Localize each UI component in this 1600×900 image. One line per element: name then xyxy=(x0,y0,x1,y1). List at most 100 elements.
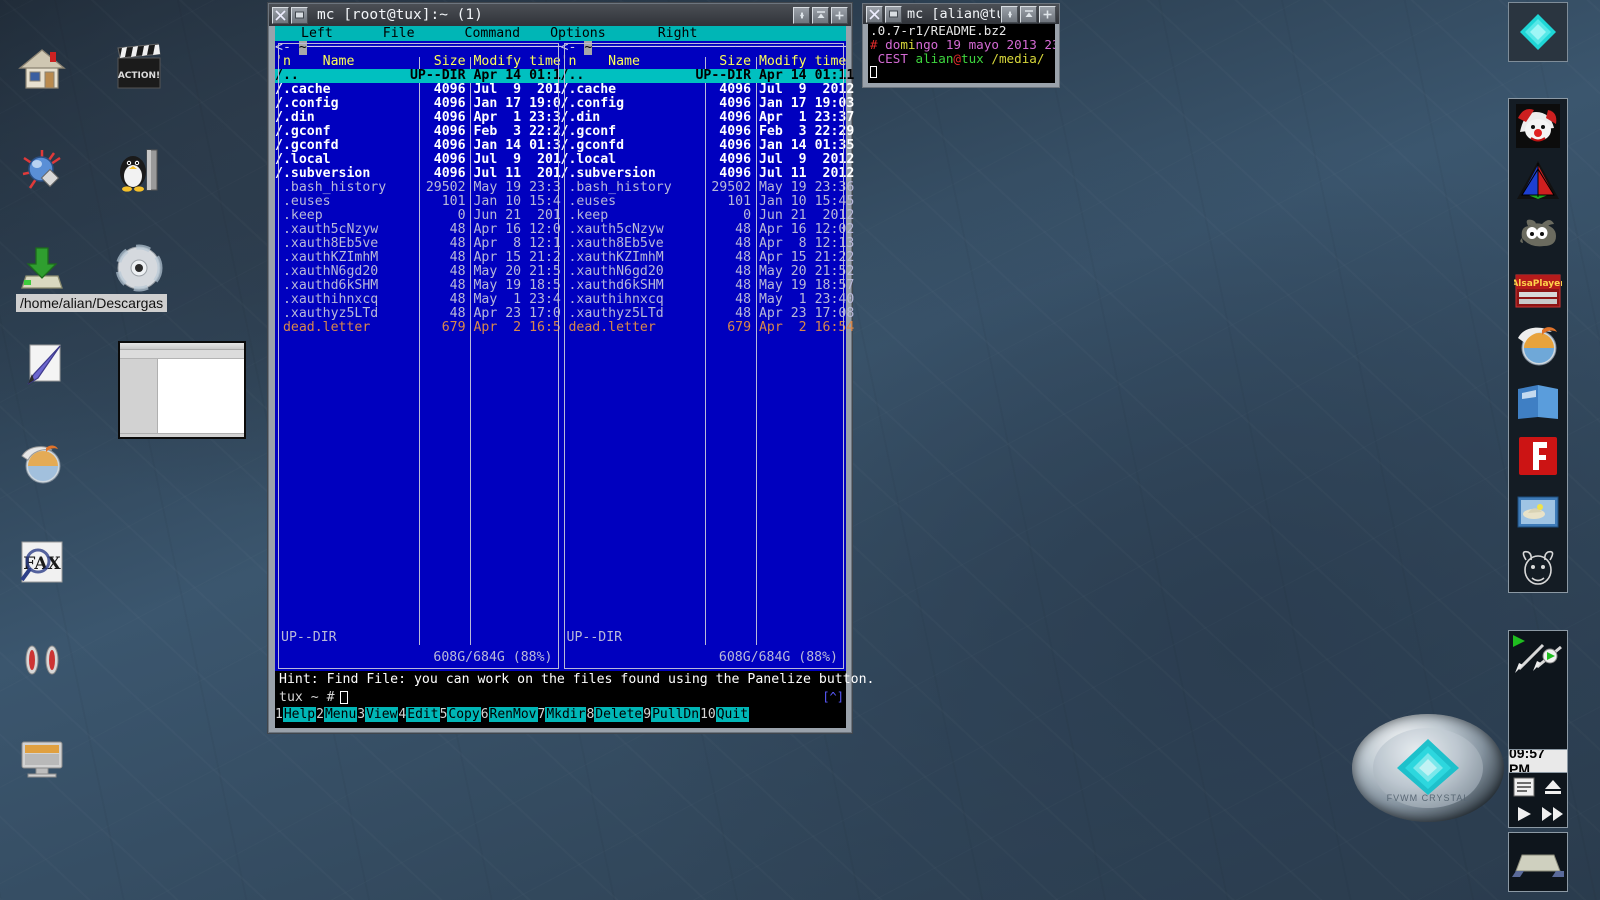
browser-icon[interactable] xyxy=(16,438,68,490)
terminal-text: @ xyxy=(953,51,962,66)
dock-icon-alsaplayer[interactable]: AlsaPlayer xyxy=(1511,267,1565,315)
fkey-renmov[interactable]: 6 RenMov xyxy=(480,707,538,722)
menu-left[interactable]: Left xyxy=(301,26,333,41)
dock-icon-book[interactable] xyxy=(1514,377,1562,425)
fkey-number: 10 xyxy=(700,707,716,722)
mc-command-line[interactable]: tux ~ # [^] xyxy=(275,688,846,707)
term2-minimize-button[interactable] xyxy=(885,5,902,23)
fkey-label: RenMov xyxy=(488,707,538,722)
fkey-number: 3 xyxy=(357,707,366,722)
thumbnail-sidebar xyxy=(120,359,158,433)
command-line-corner: [^] xyxy=(822,690,844,704)
fkey-copy[interactable]: 5 Copy xyxy=(439,707,481,722)
terminal-text: alian xyxy=(915,51,954,66)
term2-maximize-button[interactable] xyxy=(1020,5,1037,23)
fkey-mkdir[interactable]: 7 Mkdir xyxy=(537,707,587,722)
term2-shade-button[interactable] xyxy=(1001,5,1018,23)
fkey-label: Menu xyxy=(323,707,358,722)
play-icon[interactable] xyxy=(1513,804,1535,824)
playlist-icon[interactable] xyxy=(1513,777,1535,797)
fkey-label: Mkdir xyxy=(545,707,587,722)
close-button[interactable] xyxy=(272,6,289,24)
tray-media-controls[interactable] xyxy=(1508,772,1568,828)
dock-launcher-button[interactable] xyxy=(1508,2,1568,62)
mc-function-key-bar[interactable]: 1 Help 2 Menu 3 View 4 Edit 5 Copy 6 RenMov 7 Mkdir 8 D… xyxy=(275,707,846,722)
fkey-delete[interactable]: 8 Delete xyxy=(586,707,644,722)
term2-output[interactable]: .0.7-r1/README.bz2 # domingo 19 mayo 2013… xyxy=(868,24,1055,83)
fkey-view[interactable]: 3 View xyxy=(357,707,399,722)
restore-button[interactable] xyxy=(831,6,848,24)
maximize-button[interactable] xyxy=(812,6,829,24)
dock-icon-flash[interactable] xyxy=(1514,432,1562,480)
fkey-label: PullDn xyxy=(651,707,701,722)
terminal-cursor xyxy=(870,66,1055,81)
terminal-text: mi xyxy=(900,37,916,52)
home-folder-icon[interactable] xyxy=(16,42,68,94)
mc-titlebar-buttons xyxy=(792,6,849,24)
descargas-folder-icon[interactable]: /home/alian/Descargas xyxy=(16,242,168,312)
alian-terminal-window[interactable]: mc [alian@tux .0.7-r1/README.bz2# doming… xyxy=(862,3,1060,88)
fkey-menu[interactable]: 2 Menu xyxy=(316,707,358,722)
text-editor-icon[interactable] xyxy=(16,340,68,392)
terminal-text: ngo 19 mayo 2013 23:08 xyxy=(915,37,1055,52)
cdrom-icon[interactable] xyxy=(113,242,165,294)
menu-file[interactable]: File xyxy=(383,26,415,41)
fkey-label: Delete xyxy=(594,707,644,722)
clown-icon xyxy=(1516,104,1560,148)
terminal-text: .0.7-r1/README.bz2 xyxy=(870,24,1007,38)
image-viewer-icon xyxy=(1517,496,1559,528)
menu-spacer xyxy=(275,26,301,41)
fkey-pulldn[interactable]: 9 PullDn xyxy=(643,707,701,722)
minimize-button[interactable] xyxy=(291,6,308,24)
midnight-commander-window[interactable]: mc [root@tux]:~ (1) Left File Command Op… xyxy=(268,3,874,733)
desktop-thumbnail-window[interactable] xyxy=(118,341,246,439)
fkey-edit[interactable]: 4 Edit xyxy=(398,707,440,722)
right-file-panel[interactable]: <- ~──────────────────────────────────.[… xyxy=(560,41,854,671)
eject-icon[interactable] xyxy=(1542,777,1564,797)
tux-linux-icon[interactable] xyxy=(113,144,165,196)
term2-restore-button[interactable] xyxy=(1039,5,1056,23)
logo-text: FVWM CRYSTAL xyxy=(1373,793,1483,803)
gimp-wilber-icon xyxy=(1520,219,1556,247)
display-settings-icon[interactable] xyxy=(16,732,68,784)
tray-pager-applet[interactable] xyxy=(1508,832,1568,892)
application-dock[interactable]: AlsaPlayer xyxy=(1508,98,1568,593)
fkey-label: View xyxy=(365,707,399,722)
fkey-quit[interactable]: 10 Quit xyxy=(700,707,750,722)
thumbnail-statusbar xyxy=(120,433,244,437)
dock-icon-gimp[interactable] xyxy=(1514,212,1562,260)
term2-titlebar[interactable]: mc [alian@tux xyxy=(863,4,1059,24)
fax-icon[interactable]: FAX xyxy=(16,536,68,588)
tray-clock[interactable]: 09:57 PM xyxy=(1508,745,1568,777)
term2-close-button[interactable] xyxy=(866,5,883,23)
fkey-number: 2 xyxy=(316,707,324,722)
menu-command[interactable]: Command xyxy=(465,26,521,41)
kde-crystal-icon[interactable] xyxy=(16,144,68,196)
terminal-text: do xyxy=(885,37,901,52)
video-action-icon[interactable]: ACTION! xyxy=(113,42,165,94)
menu-options[interactable]: Options xyxy=(550,26,606,41)
dock-icon-gnu[interactable] xyxy=(1514,542,1562,590)
monitor-icon xyxy=(21,741,63,778)
fkey-help[interactable]: 1 Help xyxy=(275,707,317,722)
mc-menubar[interactable]: Left File Command Options Right xyxy=(275,26,846,41)
mc-titlebar[interactable]: mc [root@tux]:~ (1) xyxy=(269,4,851,26)
menu-right[interactable]: Right xyxy=(658,26,698,41)
speakers-icon-glyph xyxy=(25,645,59,675)
fax-magnifier-icon: FAX xyxy=(20,541,63,583)
firefox-icon xyxy=(1518,327,1557,366)
shade-button[interactable] xyxy=(793,6,810,24)
dock-icon-triangle[interactable] xyxy=(1514,157,1562,205)
terminal-text: CEST xyxy=(870,51,916,66)
dock-icon-firefox[interactable] xyxy=(1514,322,1562,370)
pager-icon xyxy=(1512,854,1564,877)
crystal-diamond-logo-icon xyxy=(1397,739,1459,795)
speakers-icon[interactable] xyxy=(16,634,68,686)
menu-gap-3 xyxy=(520,26,550,41)
left-file-panel[interactable]: <- ~──────────────────────────────────.[… xyxy=(275,41,569,671)
next-icon[interactable] xyxy=(1540,804,1566,824)
dock-icon-image-viewer[interactable] xyxy=(1514,487,1562,535)
dock-icon-clown[interactable] xyxy=(1514,102,1562,150)
system-tray[interactable]: 09:57 PM xyxy=(1508,630,1568,895)
tray-pens-applet[interactable] xyxy=(1508,630,1568,750)
